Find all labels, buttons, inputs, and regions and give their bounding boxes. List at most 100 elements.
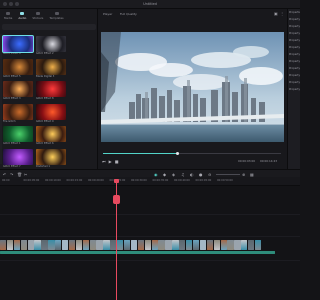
zoom-slider[interactable] bbox=[216, 174, 240, 175]
tab-label: Templates bbox=[49, 16, 64, 20]
video-clip-frame bbox=[41, 240, 48, 250]
music-icon bbox=[20, 12, 25, 15]
tab-media[interactable]: Media bbox=[2, 12, 14, 20]
property-item[interactable]: Property 1 bbox=[288, 16, 300, 23]
preview-panel: Player Full Quality ▣ ⋮ ⏮ ▶ ■ 00:00:03:0… bbox=[98, 9, 287, 169]
property-item[interactable]: Property 9 bbox=[288, 72, 300, 79]
effect-thumbnail[interactable]: Fire Glitch bbox=[3, 103, 33, 124]
stop-icon[interactable]: ■ bbox=[115, 159, 119, 164]
playhead-marker[interactable] bbox=[113, 195, 120, 204]
thumbnail-label: Glitch Effect 5 bbox=[3, 74, 21, 78]
template-icon bbox=[54, 12, 59, 15]
thumbnail-image bbox=[3, 81, 33, 97]
video-clip-frame bbox=[227, 240, 234, 250]
video-clip-frame bbox=[117, 240, 124, 250]
property-item[interactable]: Property 6 bbox=[288, 51, 300, 58]
ruler-tick: 00:00:15:00 bbox=[66, 179, 83, 182]
track-divider bbox=[0, 260, 300, 261]
video-clip-frame bbox=[6, 240, 14, 250]
ruler-tick: 00:00 bbox=[2, 179, 10, 182]
property-item[interactable]: Property 11 bbox=[288, 86, 300, 93]
video-clip-frame bbox=[20, 240, 27, 250]
thumbnail-label: Distorted 1 bbox=[36, 164, 50, 168]
effect-thumbnail[interactable]: Glitch Effect 8 bbox=[36, 81, 66, 101]
thumbnail-image bbox=[3, 58, 33, 75]
video-clip-frame bbox=[103, 240, 110, 250]
video-clip-frame bbox=[165, 240, 172, 250]
video-clip-frame bbox=[27, 240, 34, 250]
video-clip-frame bbox=[199, 240, 207, 250]
timeline-toolbar: ↶ ↷ 🗑 ✂ ◉ ◆ ◈ ♫ ◐ ● ⊖ ⊕ ▦ bbox=[0, 169, 300, 177]
seek-handle[interactable] bbox=[176, 151, 180, 155]
effect-thumbnail[interactable]: Glitch Effect 9 bbox=[36, 103, 66, 124]
thumbnail-label: Glitch Effect 6 bbox=[36, 142, 54, 145]
property-item[interactable]: Property 7 bbox=[288, 58, 300, 65]
property-item[interactable]: Property 10 bbox=[288, 79, 300, 86]
seek-progress bbox=[103, 153, 178, 154]
video-clip-frame bbox=[0, 240, 7, 250]
thumbnail-image bbox=[3, 126, 33, 142]
step-back-icon[interactable]: ⏮ bbox=[102, 159, 106, 164]
media-thumbnail-grid: Glitch Effect 4 Glitch Effect 2 Glitch Eff… bbox=[2, 35, 67, 191]
thumbnail-image bbox=[36, 81, 66, 97]
video-clip-frame bbox=[220, 240, 227, 250]
property-item[interactable]: Property 8 bbox=[288, 65, 300, 72]
snapshot-icon[interactable]: ▣ bbox=[274, 11, 278, 16]
video-clip-frame bbox=[130, 240, 138, 250]
media-panel: Media Audio Stickers Templates Glitch Effec… bbox=[0, 9, 98, 190]
video-clip-frame bbox=[55, 240, 62, 250]
playhead-handle[interactable] bbox=[114, 179, 119, 183]
preview-seek-bar[interactable] bbox=[103, 151, 281, 155]
tab-audio[interactable]: Audio bbox=[16, 12, 28, 20]
video-clip-frame bbox=[124, 240, 131, 250]
property-item[interactable]: Property 5 bbox=[288, 44, 300, 51]
effect-thumbnail[interactable]: Glitch Effect 4 bbox=[2, 35, 34, 56]
video-clip-frame bbox=[75, 240, 83, 250]
video-clip-frame bbox=[158, 240, 165, 250]
effect-thumbnail[interactable]: Distorted 1 bbox=[36, 148, 66, 169]
ruler-tick: 00:00:20:00 bbox=[88, 179, 104, 182]
city-skyline-frame bbox=[101, 32, 284, 142]
title-bar: Untitled bbox=[0, 0, 300, 9]
effect-thumbnail[interactable]: Glitch Effect 6 bbox=[36, 126, 66, 146]
thumbnail-image bbox=[36, 103, 66, 120]
track-divider bbox=[0, 214, 300, 215]
video-clip-frame bbox=[206, 240, 214, 250]
ruler-tick: 00:00:40:00 bbox=[174, 179, 190, 182]
ruler-tick: 00:00:45:00 bbox=[195, 179, 212, 182]
play-icon[interactable]: ▶ bbox=[109, 159, 112, 164]
thumbnail-image bbox=[2, 35, 34, 53]
media-search-bar[interactable] bbox=[2, 24, 96, 30]
property-item[interactable]: Property 4 bbox=[288, 37, 300, 44]
thumbnail-image bbox=[36, 36, 66, 52]
audio-track-clip[interactable] bbox=[0, 251, 275, 254]
timeline-ruler[interactable]: 00:00 00:00:05:00 00:00:10:00 00:00:15:00 00… bbox=[0, 177, 300, 186]
effect-thumbnail[interactable]: Glitch Effect 7 bbox=[3, 148, 33, 169]
more-icon[interactable]: ⋮ bbox=[280, 11, 284, 16]
tab-templates[interactable]: Templates bbox=[47, 12, 65, 20]
video-clip-frame bbox=[13, 240, 21, 250]
player-mode-label[interactable]: Player bbox=[103, 12, 112, 16]
property-item[interactable]: Properties bbox=[288, 9, 300, 16]
thumbnail-label: Glitch Effect 1 bbox=[3, 142, 21, 145]
video-preview[interactable] bbox=[101, 32, 284, 142]
tab-stickers[interactable]: Stickers bbox=[30, 12, 45, 20]
tab-label: Audio bbox=[18, 16, 27, 20]
effect-thumbnail[interactable]: Blade Digital 3 bbox=[36, 58, 66, 79]
effect-thumbnail[interactable]: Glitch Effect 2 bbox=[36, 36, 66, 56]
ruler-tick: 00:00:10:00 bbox=[45, 179, 61, 182]
quality-dropdown[interactable]: Full Quality bbox=[120, 12, 137, 16]
thumbnail-label: Fire Glitch bbox=[3, 119, 16, 123]
thumbnail-image bbox=[36, 58, 66, 75]
thumbnail-image bbox=[3, 148, 33, 165]
effect-thumbnail[interactable]: Glitch Effect 5 bbox=[3, 58, 33, 79]
sticker-icon bbox=[35, 12, 40, 15]
video-clip-frame bbox=[144, 240, 151, 250]
effect-thumbnail[interactable]: Glitch Effect 3 bbox=[3, 81, 33, 101]
thumbnail-label: Glitch Effect 9 bbox=[36, 119, 54, 123]
media-tabs: Media Audio Stickers Templates bbox=[2, 12, 66, 20]
property-item[interactable]: Property 3 bbox=[288, 30, 300, 37]
effect-thumbnail[interactable]: Glitch Effect 1 bbox=[3, 126, 33, 146]
ruler-tick: 00:00:05:00 bbox=[23, 179, 40, 182]
property-item[interactable]: Property 2 bbox=[288, 23, 300, 30]
